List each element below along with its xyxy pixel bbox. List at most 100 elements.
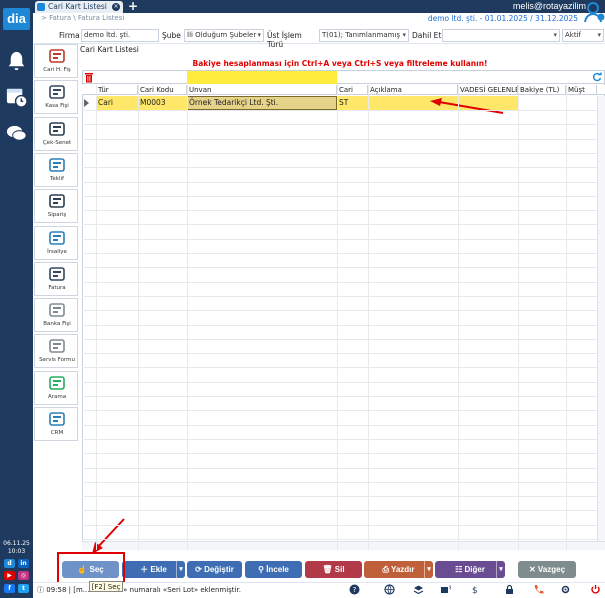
sidebar-time: 10:03 [7, 548, 26, 555]
ust-islem-value: T(01); Tanımlanmamış [322, 31, 401, 39]
dia-mini-icon[interactable]: d [4, 559, 15, 568]
row-indicator-icon [84, 99, 89, 107]
trash-icon[interactable] [84, 72, 94, 83]
dia-logo[interactable]: dia [3, 8, 30, 30]
bell-icon[interactable] [5, 50, 28, 73]
tab-cari-kart-listesi[interactable]: Cari Kart Listesi [35, 1, 123, 13]
ekle-button[interactable]: ＋ Ekle ▾ [122, 561, 185, 578]
diger-dropdown-icon[interactable]: ▾ [496, 561, 505, 578]
vazgec-button[interactable]: ✕ Vazgeç [518, 561, 576, 578]
cheque-icon [48, 121, 66, 137]
column-line [187, 85, 188, 550]
cell-cari[interactable]: ST [337, 97, 368, 109]
cell-unvan[interactable]: Örnek Tedarikçi Ltd. Şti. [187, 97, 337, 109]
breadcrumb[interactable]: > Fatura \ Fatura Listesi [41, 14, 241, 24]
row-line [82, 324, 597, 326]
cell-must[interactable] [566, 97, 597, 109]
cell-aciklama[interactable] [368, 97, 458, 109]
sil-button[interactable]: 🗑 Sil [305, 561, 362, 578]
ust-islem-select[interactable]: T(01); Tanımlanmamış [319, 29, 409, 42]
horizontal-scrollbar[interactable] [82, 541, 605, 550]
dahil-et-select[interactable] [442, 29, 560, 42]
row-line [82, 210, 597, 212]
status-select[interactable]: Aktif [562, 29, 604, 42]
yazdir-dropdown-icon[interactable]: ▾ [424, 561, 433, 578]
linkedin-icon[interactable]: in [18, 559, 29, 568]
module-button-7[interactable]: Banka Fişi [34, 298, 78, 333]
column-line [337, 85, 338, 550]
column-header-4[interactable]: Açıklama [368, 85, 458, 95]
twitter-icon[interactable]: t [18, 584, 29, 593]
column-header-1[interactable]: Cari Kodu [138, 85, 187, 95]
youtube-icon[interactable]: ▶ [4, 571, 15, 580]
module-button-1[interactable]: Kasa Fişi [34, 80, 78, 115]
cell-kod[interactable]: M0003 [138, 97, 187, 109]
bank-icon [48, 302, 66, 318]
settings-icon[interactable] [560, 584, 571, 595]
company-period[interactable]: demo ltd. şti. - 01.01.2025 / 31.12.2025 [380, 14, 578, 24]
module-button-5[interactable]: İrsaliye [34, 225, 78, 260]
column-header-5[interactable]: VADESİ GELENLE [458, 85, 518, 95]
magnifier-icon: ⚲ [258, 565, 264, 574]
layers-icon[interactable] [413, 584, 424, 595]
incele-button[interactable]: ⚲ İncele [245, 561, 302, 578]
cell-vade[interactable] [458, 97, 518, 109]
module-button-8[interactable]: Servis Formu [34, 334, 78, 369]
column-header-0[interactable]: Tür [96, 85, 138, 95]
module-button-3[interactable]: Teklif [34, 152, 78, 187]
module-button-6[interactable]: Fatura [34, 261, 78, 296]
service-icon [48, 338, 66, 354]
diger-button[interactable]: ☷ Diğer ▾ [435, 561, 505, 578]
cell-tur[interactable]: Cari [96, 97, 138, 109]
chat-icon[interactable] [5, 122, 28, 145]
module-label: İrsaliye [47, 248, 67, 255]
firma-input[interactable]: demo ltd. şti. [81, 29, 159, 42]
row-line [82, 253, 597, 254]
calendar-clock-icon[interactable] [5, 85, 28, 108]
row-line [82, 110, 597, 111]
unvan-filter-input[interactable] [187, 71, 337, 84]
module-button-10[interactable]: CRM [34, 407, 78, 441]
globe-icon[interactable] [384, 584, 395, 595]
power-icon[interactable] [590, 584, 601, 595]
column-header-7[interactable]: Müşt [566, 85, 597, 95]
sube-select[interactable]: İli Olduğum Şubeler [184, 29, 264, 42]
whatsapp-icon[interactable]: ? [349, 584, 360, 595]
degistir-button[interactable]: ⟳ Değiştir [187, 561, 242, 578]
ekle-dropdown-icon[interactable]: ▾ [176, 561, 185, 578]
column-header-2[interactable]: Unvan [187, 85, 337, 95]
module-button-9[interactable]: Arama [34, 370, 78, 405]
column-line [96, 85, 97, 550]
row-line [82, 510, 597, 512]
column-header-6[interactable]: Bakiye (TL) [518, 85, 566, 95]
user-avatar-icon[interactable] [584, 0, 605, 24]
app-window: dia 06.11.25 10:03 d in ▶ ◎ f t Cari Kart… [0, 0, 605, 598]
instagram-icon[interactable]: ◎ [18, 571, 29, 580]
row-line [82, 181, 597, 183]
tab-close-icon[interactable]: × [112, 3, 120, 11]
user-name[interactable]: melis@rotayazilim [480, 1, 586, 12]
phone-icon[interactable] [533, 584, 544, 595]
tab-app-icon [37, 3, 45, 11]
dollar-sync-icon[interactable]: $ [470, 584, 481, 595]
module-button-0[interactable]: Cari H. Fiş [34, 44, 78, 78]
new-tab-button[interactable]: + [127, 0, 139, 13]
refresh-icon[interactable] [592, 72, 602, 82]
module-button-4[interactable]: Sipariş [34, 189, 78, 224]
row-line [82, 410, 597, 412]
svg-text:?: ? [353, 586, 357, 594]
cell-bakiye[interactable] [518, 97, 566, 109]
module-button-2[interactable]: Çek-Senet [34, 116, 78, 151]
incele-label: İncele [266, 565, 289, 574]
facebook-icon[interactable]: f [4, 584, 15, 593]
row-line [82, 496, 597, 498]
yazdir-button[interactable]: ⎙ Yazdır ▾ [364, 561, 433, 578]
row-line [82, 238, 597, 240]
status-text: ⓘ 09:58 | [m.... 2025-01» numaralı «Seri… [37, 585, 357, 595]
vertical-scrollbar[interactable] [597, 96, 605, 546]
column-header-3[interactable]: Cari [337, 85, 368, 95]
lock-icon[interactable] [504, 584, 515, 595]
column-line [518, 85, 519, 550]
row-line [82, 224, 597, 226]
currency-icon[interactable]: $ [440, 584, 451, 595]
